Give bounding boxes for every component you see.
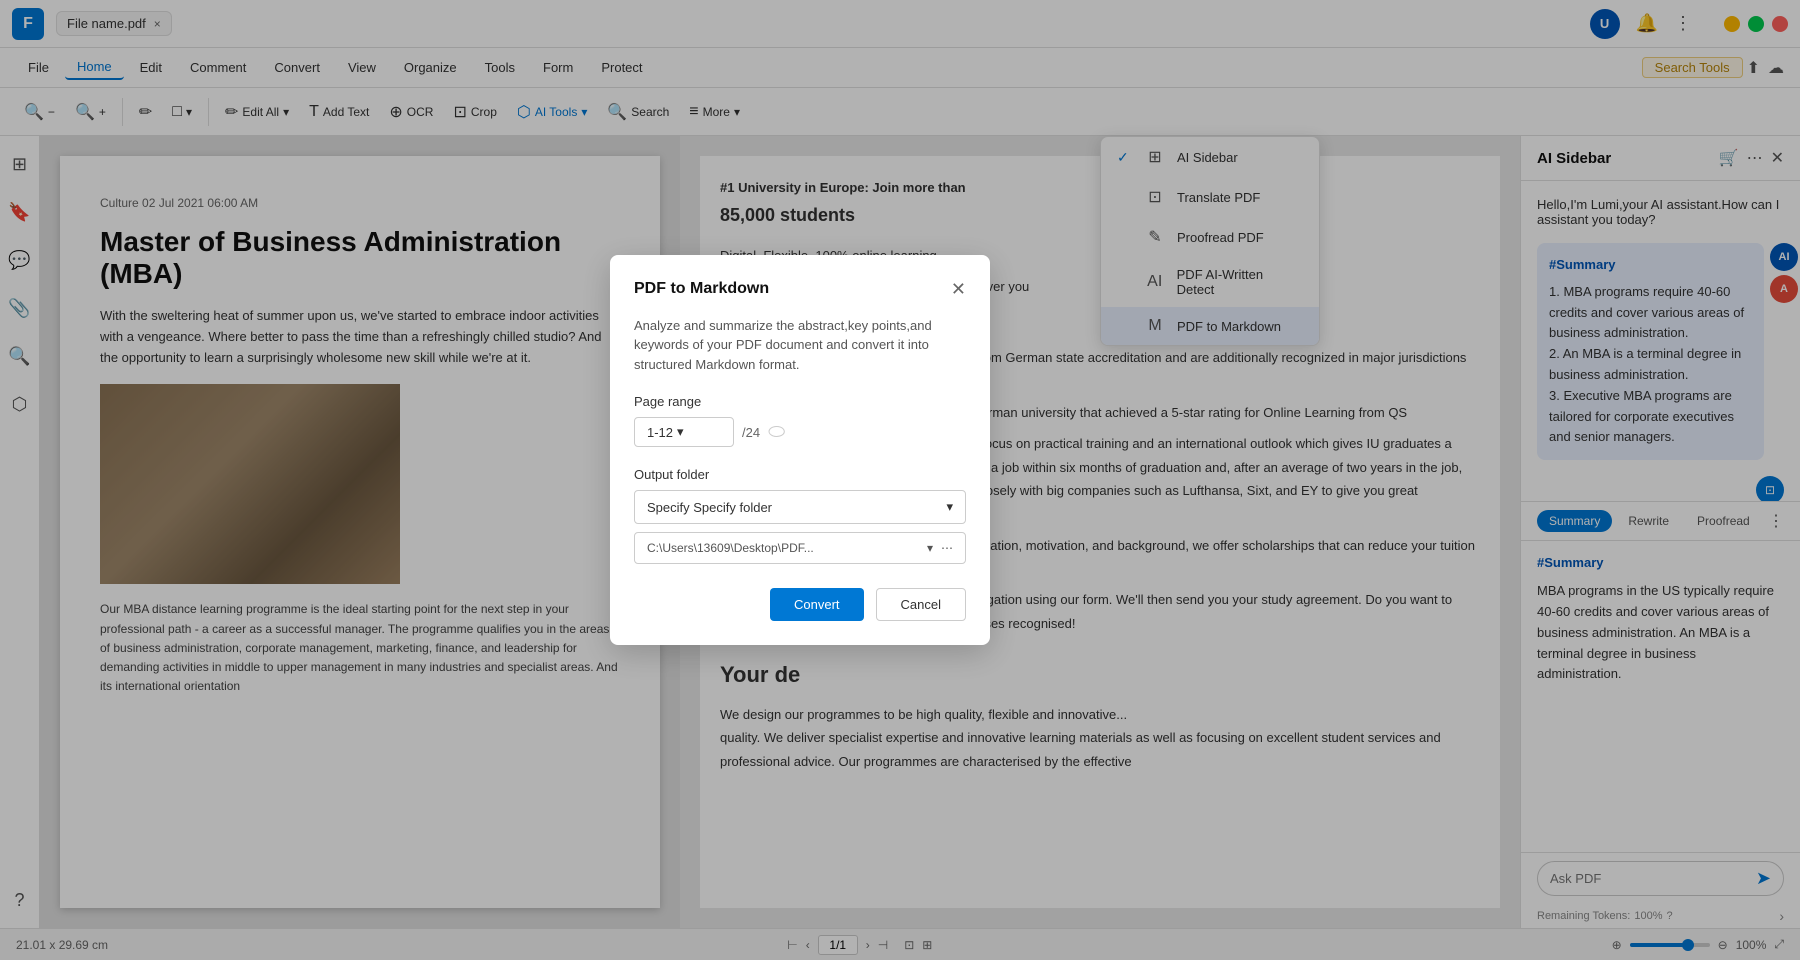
page-total: /24 [742, 425, 760, 440]
modal-overlay[interactable]: PDF to Markdown ✕ Analyze and summarize … [0, 0, 1800, 960]
folder-path-more[interactable]: ⋯ [941, 541, 953, 555]
specify-folder-label: Specify Specify folder [647, 500, 772, 515]
folder-path: C:\Users\13609\Desktop\PDF... [647, 541, 814, 555]
page-range-value: 1-12 [647, 425, 673, 440]
folder-path-actions: ▾ ⋯ [927, 541, 953, 555]
folder-dropdown-icon: ▾ [946, 499, 953, 515]
page-range-select[interactable]: 1-12 ▾ [634, 417, 734, 447]
modal-description: Analyze and summarize the abstract,key p… [634, 316, 966, 375]
modal-header: PDF to Markdown ✕ [634, 279, 966, 300]
modal-close-button[interactable]: ✕ [951, 279, 966, 300]
modal-dialog: PDF to Markdown ✕ Analyze and summarize … [610, 255, 990, 646]
folder-path-dropdown[interactable]: ▾ [927, 541, 933, 555]
convert-button[interactable]: Convert [770, 588, 864, 621]
page-range-label: Page range [634, 394, 966, 409]
page-range-row: 1-12 ▾ /24 ⬭ [634, 417, 966, 447]
toggle-icon[interactable]: ⬭ [768, 421, 785, 444]
modal-title: PDF to Markdown [634, 280, 769, 298]
folder-path-row: C:\Users\13609\Desktop\PDF... ▾ ⋯ [634, 532, 966, 564]
cancel-button[interactable]: Cancel [876, 588, 966, 621]
output-folder-label: Output folder [634, 467, 966, 482]
modal-actions: Convert Cancel [634, 588, 966, 621]
folder-select[interactable]: Specify Specify folder ▾ [634, 490, 966, 524]
